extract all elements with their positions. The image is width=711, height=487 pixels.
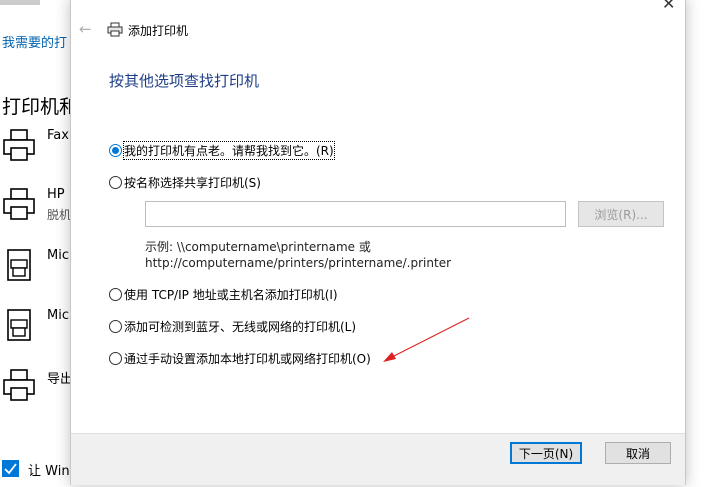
option-shared-printer[interactable]: 按名称选择共享打印机(S) bbox=[109, 172, 261, 192]
radio-button[interactable] bbox=[109, 351, 122, 365]
printer-name: HP bbox=[47, 187, 65, 202]
next-button[interactable]: 下一页(N) bbox=[510, 442, 582, 464]
cancel-button[interactable]: 取消 bbox=[605, 442, 671, 464]
printer-name: Mic bbox=[47, 248, 69, 263]
printer-icon bbox=[3, 129, 35, 161]
option-bluetooth-wireless[interactable]: 添加可检测到蓝牙、无线或网络的打印机(L) bbox=[109, 316, 356, 336]
dialog-title: 添加打印机 bbox=[128, 24, 189, 38]
printer-icon bbox=[3, 188, 35, 220]
printer-list-item[interactable]: HP 脱机 bbox=[2, 187, 72, 237]
option-label: 使用 TCP/IP 地址或主机名添加打印机(I) bbox=[124, 287, 338, 302]
dialog-footer bbox=[71, 433, 685, 485]
option-label: 添加可检测到蓝牙、无线或网络的打印机(L) bbox=[124, 319, 357, 334]
settings-top-tile bbox=[0, 0, 40, 5]
windows-manage-label: 让 Win bbox=[28, 464, 70, 479]
example-text-line1: 示例: \\computername\printername 或 bbox=[145, 240, 371, 254]
option-label: 我的打印机有点老。请帮我找到它。(R) bbox=[123, 140, 335, 160]
page-title: 按其他选项查找打印机 bbox=[109, 72, 260, 90]
printer-list-item[interactable]: Fax bbox=[2, 128, 72, 178]
radio-button[interactable] bbox=[109, 175, 122, 189]
printer-list-item[interactable]: Mic bbox=[2, 308, 72, 358]
option-label: 通过手动设置添加本地打印机或网络打印机(O) bbox=[124, 351, 371, 366]
radio-button[interactable] bbox=[109, 143, 122, 157]
option-old-printer[interactable]: 我的打印机有点老。请帮我找到它。(R) bbox=[109, 140, 335, 160]
example-text-line2: http://computername/printers/printername… bbox=[145, 256, 452, 270]
printers-heading: 打印机和 bbox=[2, 96, 79, 118]
checkmark-icon bbox=[4, 463, 17, 475]
printer-list-item[interactable]: 导出 bbox=[2, 368, 73, 418]
printer-list-item[interactable]: Mic bbox=[2, 248, 72, 298]
radio-button[interactable] bbox=[109, 319, 122, 333]
add-printer-dialog: ✕ ← 添加打印机 按其他选项查找打印机 我的打印机有点老。请帮我找到它。(R)… bbox=[70, 0, 686, 485]
windows-manage-checkbox[interactable] bbox=[2, 460, 19, 477]
shared-printer-name-input[interactable] bbox=[145, 201, 566, 227]
close-icon[interactable]: ✕ bbox=[662, 0, 675, 13]
option-manual-local[interactable]: 通过手动设置添加本地打印机或网络打印机(O) bbox=[109, 348, 371, 368]
help-link[interactable]: 我需要的打 bbox=[2, 32, 67, 51]
printer-status: 脱机 bbox=[47, 208, 72, 222]
document-printer-icon bbox=[7, 249, 31, 281]
printer-icon bbox=[3, 369, 35, 401]
option-label: 按名称选择共享打印机(S) bbox=[124, 175, 261, 190]
back-arrow-icon[interactable]: ← bbox=[79, 20, 92, 38]
option-tcpip[interactable]: 使用 TCP/IP 地址或主机名添加打印机(I) bbox=[109, 284, 338, 304]
browse-button[interactable]: 浏览(R)... bbox=[578, 201, 664, 227]
radio-button[interactable] bbox=[109, 287, 122, 301]
document-printer-icon bbox=[7, 309, 31, 341]
printer-name: Fax bbox=[47, 128, 69, 143]
printer-name: Mic bbox=[47, 308, 69, 323]
printer-icon bbox=[107, 22, 123, 37]
